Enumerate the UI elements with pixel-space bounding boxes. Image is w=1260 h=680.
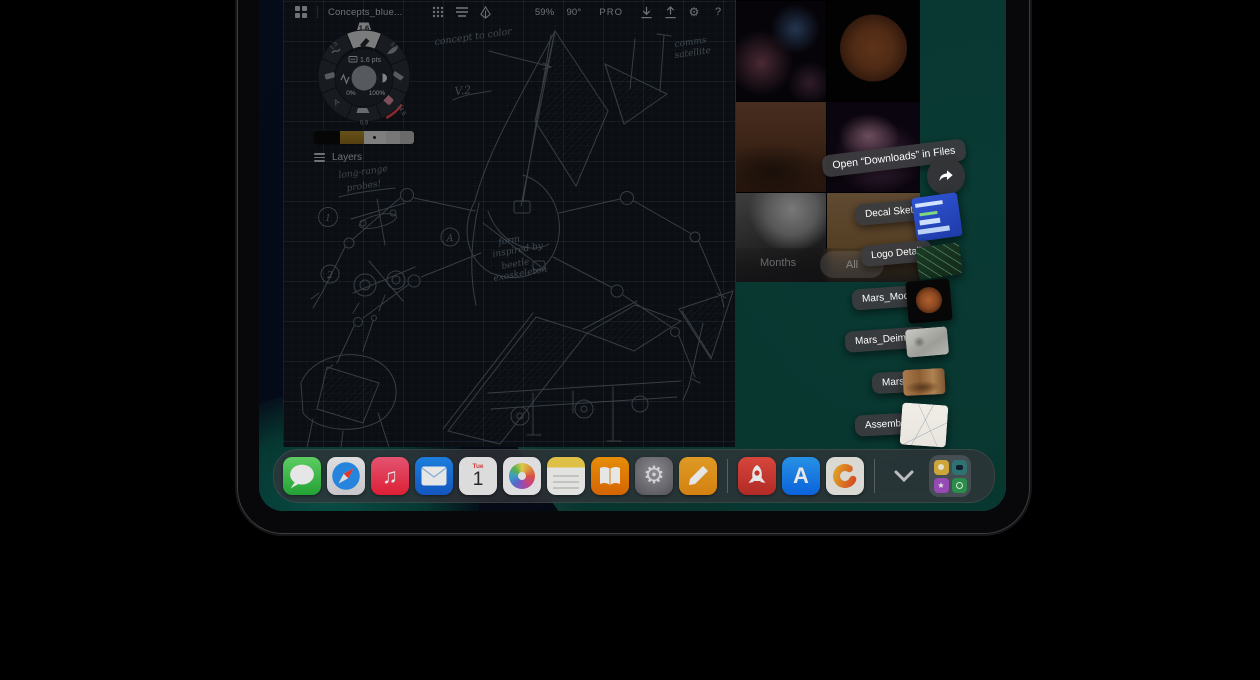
notes-line [553,487,579,489]
drag-thumb-logo-detail[interactable] [915,242,963,280]
drag-thumb-mars-deimos[interactable] [905,326,949,358]
settings-gear-glyph: ⚙ [643,464,665,488]
mini-star-icon: ★ [934,478,949,493]
notes-app-icon[interactable] [547,457,585,495]
mail-envelope-glyph [421,466,447,486]
app-store-icon[interactable]: A [782,457,820,495]
safari-app-icon[interactable] [327,457,365,495]
drag-and-drop-layer: Open “Downloads” in Files Decal Sketches… [259,0,1006,511]
books-app-icon[interactable] [591,457,629,495]
mini-camera-icon [952,460,967,475]
notes-line [553,481,579,483]
app-library-icon[interactable]: ★ [929,455,971,497]
dock: ♫ Tue 1 [273,449,995,503]
rocket-glyph [744,463,770,489]
mini-clock-icon [952,478,967,493]
safari-compass-glyph [327,457,365,495]
forward-arrow-icon [936,166,956,186]
app-store-a-glyph: A [793,465,809,487]
concepts-app-icon[interactable] [826,457,864,495]
messages-app-icon[interactable] [283,457,321,495]
music-note-glyph: ♫ [382,466,398,487]
dock-divider [727,459,728,493]
notes-line [553,475,579,477]
marketing-stage: concept to color comms satellite V.2 lon… [0,0,1260,680]
drag-thumb-decal-sketches[interactable] [911,192,963,242]
share-forward-button[interactable] [927,157,965,195]
drag-thumb-assembly[interactable] [900,402,949,447]
pen-glyph [686,464,710,488]
mini-tips-icon [934,460,949,475]
mail-app-icon[interactable] [415,457,453,495]
photos-flower-glyph [509,463,535,489]
concepts-c-glyph [830,461,860,491]
ipad-screen: concept to color comms satellite V.2 lon… [259,0,1006,511]
drag-thumb-mars[interactable] [902,368,945,396]
rocket-app-icon[interactable] [738,457,776,495]
hide-suggestions-chevron[interactable] [887,459,921,493]
settings-app-icon[interactable]: ⚙ [635,457,673,495]
music-app-icon[interactable]: ♫ [371,457,409,495]
dock-divider [874,459,875,493]
drag-thumb-mars-model[interactable] [905,278,952,324]
ipad-device: concept to color comms satellite V.2 lon… [237,0,1030,534]
messages-bubble-glyph [283,457,321,495]
sketch-pen-app-icon[interactable] [679,457,717,495]
books-open-book-glyph [598,465,622,487]
calendar-day: 1 [473,470,484,490]
calendar-app-icon[interactable]: Tue 1 [459,457,497,495]
chevron-down-icon [894,470,914,482]
photos-app-icon[interactable] [503,457,541,495]
